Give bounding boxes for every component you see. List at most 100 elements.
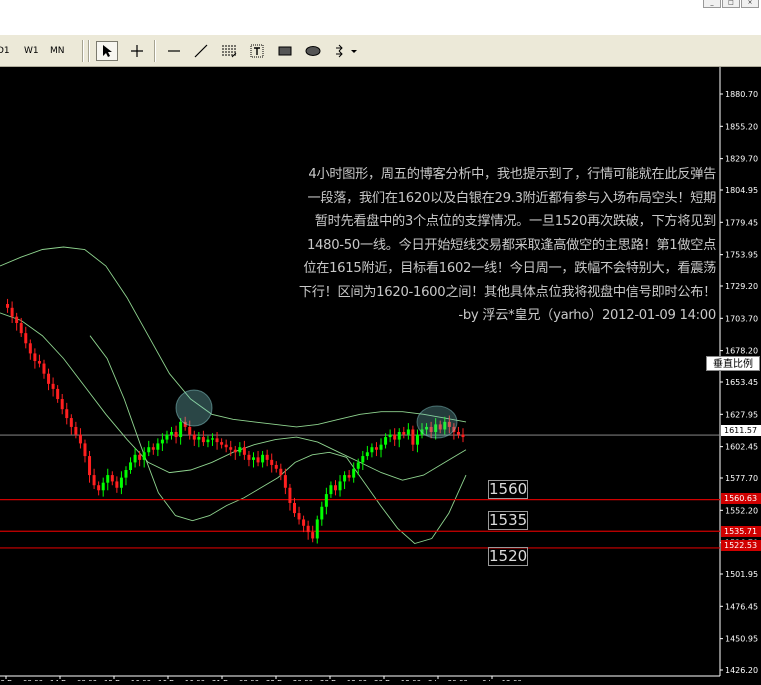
level-box-1560[interactable]: 1560 bbox=[488, 480, 528, 499]
trendline-icon bbox=[194, 44, 208, 58]
candle-body bbox=[47, 373, 51, 384]
maximize-button[interactable]: □ bbox=[722, 0, 740, 8]
text-tool-button[interactable] bbox=[246, 41, 268, 61]
fibonacci-icon bbox=[222, 45, 237, 58]
price-tick-label: 1855.20 bbox=[725, 122, 758, 131]
candlestick-chart[interactable]: 1880.70 1855.20 1829.70 1804.95 1779.45 1753.… bbox=[0, 67, 761, 685]
candle-body bbox=[374, 447, 378, 450]
price-tick-label: 1450.95 bbox=[725, 635, 758, 644]
candle-body bbox=[361, 456, 365, 463]
candle-body bbox=[388, 434, 392, 438]
candle-body bbox=[283, 475, 287, 488]
candle-body bbox=[156, 443, 160, 450]
annotation-line: 暂时先看盘中的3个点位的支撑情况。一旦1520再次跌破，下方将见到 bbox=[314, 214, 717, 229]
price-tick-label: 1703.70 bbox=[725, 314, 758, 323]
timeframe-d1-button[interactable]: D1 bbox=[0, 43, 10, 59]
candle-body bbox=[138, 454, 142, 460]
price-tick-label: 1729.20 bbox=[725, 282, 758, 291]
candle-body bbox=[160, 439, 164, 444]
price-tick-label: 1577.70 bbox=[725, 474, 758, 483]
candle-body bbox=[15, 316, 19, 324]
price-chart[interactable]: 1880.70 1855.20 1829.70 1804.95 1779.45 1753.… bbox=[0, 67, 761, 685]
candle-body bbox=[215, 438, 219, 443]
level-box-1535[interactable]: 1535 bbox=[488, 511, 528, 530]
price-tick-label: 1552.20 bbox=[725, 506, 758, 515]
candle-body bbox=[51, 383, 55, 389]
analysis-annotation: 4小时图形，周五的博客分析中，我也提示到了，行情可能就在此反弹告 一段落，我们在… bbox=[186, 163, 716, 328]
trendline-tool-button[interactable] bbox=[190, 41, 212, 61]
price-tick-label: 1426.20 bbox=[725, 666, 758, 675]
cursor-icon bbox=[103, 45, 112, 57]
price-tick-label: 1653.45 bbox=[725, 378, 758, 387]
candle-body bbox=[343, 475, 347, 482]
price-tick-label: 1678.20 bbox=[725, 347, 758, 356]
candle-body bbox=[201, 437, 205, 443]
fibonacci-tool-button[interactable] bbox=[218, 41, 240, 61]
candle-body bbox=[142, 452, 146, 460]
candle-body bbox=[356, 462, 360, 469]
candle-body bbox=[101, 482, 105, 491]
candle-body bbox=[274, 464, 278, 469]
candle-body bbox=[110, 475, 114, 482]
highlight-circles bbox=[175, 389, 458, 439]
toolbar-grip bbox=[88, 40, 90, 62]
candle-body bbox=[42, 363, 46, 374]
arrows-dropdown-icon bbox=[336, 44, 357, 58]
candle-body bbox=[206, 439, 210, 443]
candle-body bbox=[220, 442, 224, 445]
annotation-line: 4小时图形，周五的博客分析中，我也提示到了，行情可能就在此反弹告 bbox=[308, 167, 716, 182]
ellipse-tool-button[interactable] bbox=[302, 41, 324, 61]
arrows-tool-dropdown[interactable] bbox=[332, 41, 360, 61]
candle-body bbox=[265, 454, 269, 460]
cursor-tool-button[interactable] bbox=[96, 41, 118, 61]
window-controls: _ □ × bbox=[701, 0, 761, 8]
candle-body bbox=[88, 456, 92, 476]
annotation-line: 下行！区间为1620-1600之间！其他具体点位我将视盘中信号即时公布！ bbox=[298, 284, 716, 300]
horizontal-line-tool-button[interactable] bbox=[163, 41, 185, 61]
candle-body bbox=[402, 431, 406, 435]
candle-body bbox=[320, 506, 324, 520]
timeframe-mn-button[interactable]: MN bbox=[50, 43, 65, 59]
candle-body bbox=[197, 437, 201, 440]
candle-body bbox=[456, 431, 460, 435]
price-tick-label: 1804.95 bbox=[725, 186, 758, 195]
title-strip: _ □ × bbox=[0, 0, 761, 35]
rectangle-tool-button[interactable] bbox=[274, 41, 296, 61]
candle-body bbox=[415, 434, 419, 445]
candle-body bbox=[292, 502, 296, 514]
candle-body bbox=[347, 475, 351, 478]
price-axis: 1880.70 1855.20 1829.70 1804.95 1779.45 1753.… bbox=[0, 67, 758, 677]
price-tick-label: 1829.70 bbox=[725, 155, 758, 164]
annotation-signature: -by 浮云*皇兄（yarho）2012-01-09 14:00 bbox=[458, 308, 716, 323]
candle-body bbox=[192, 434, 196, 440]
candle-body bbox=[119, 477, 123, 488]
level-price-tag: 1560.63 bbox=[721, 493, 761, 504]
candle-body bbox=[270, 459, 274, 465]
level-box-1520[interactable]: 1520 bbox=[488, 547, 528, 566]
horizontal-line-icon bbox=[168, 50, 180, 52]
minimize-button[interactable]: _ bbox=[703, 0, 721, 8]
candle-body bbox=[279, 468, 283, 476]
candle-body bbox=[315, 519, 319, 539]
annotation-line: 一段落，我们在1620以及白银在29.3附近都有参与入场布局空头！短期 bbox=[307, 190, 717, 206]
chart-toolbar: D1 W1 MN bbox=[0, 35, 761, 67]
candle-body bbox=[211, 438, 215, 440]
candle-body bbox=[83, 443, 87, 457]
crosshair-tool-button[interactable] bbox=[126, 41, 148, 61]
candle-body bbox=[28, 343, 32, 354]
candle-body bbox=[306, 525, 310, 533]
candle-body bbox=[74, 426, 78, 435]
crosshair-icon bbox=[131, 45, 143, 57]
candle-body bbox=[302, 519, 306, 526]
price-tick-label: 1602.45 bbox=[725, 443, 758, 452]
price-tick-label: 1501.95 bbox=[725, 570, 758, 579]
close-button[interactable]: × bbox=[741, 0, 759, 8]
candle-body bbox=[329, 485, 333, 495]
candle-body bbox=[297, 513, 301, 520]
middle-band-line bbox=[0, 312, 467, 481]
candle-body bbox=[311, 532, 315, 539]
candle-body bbox=[256, 457, 260, 463]
vertical-scale-label[interactable]: 垂直比例 bbox=[706, 356, 760, 371]
highlight-circle bbox=[416, 405, 458, 439]
timeframe-w1-button[interactable]: W1 bbox=[24, 43, 39, 59]
